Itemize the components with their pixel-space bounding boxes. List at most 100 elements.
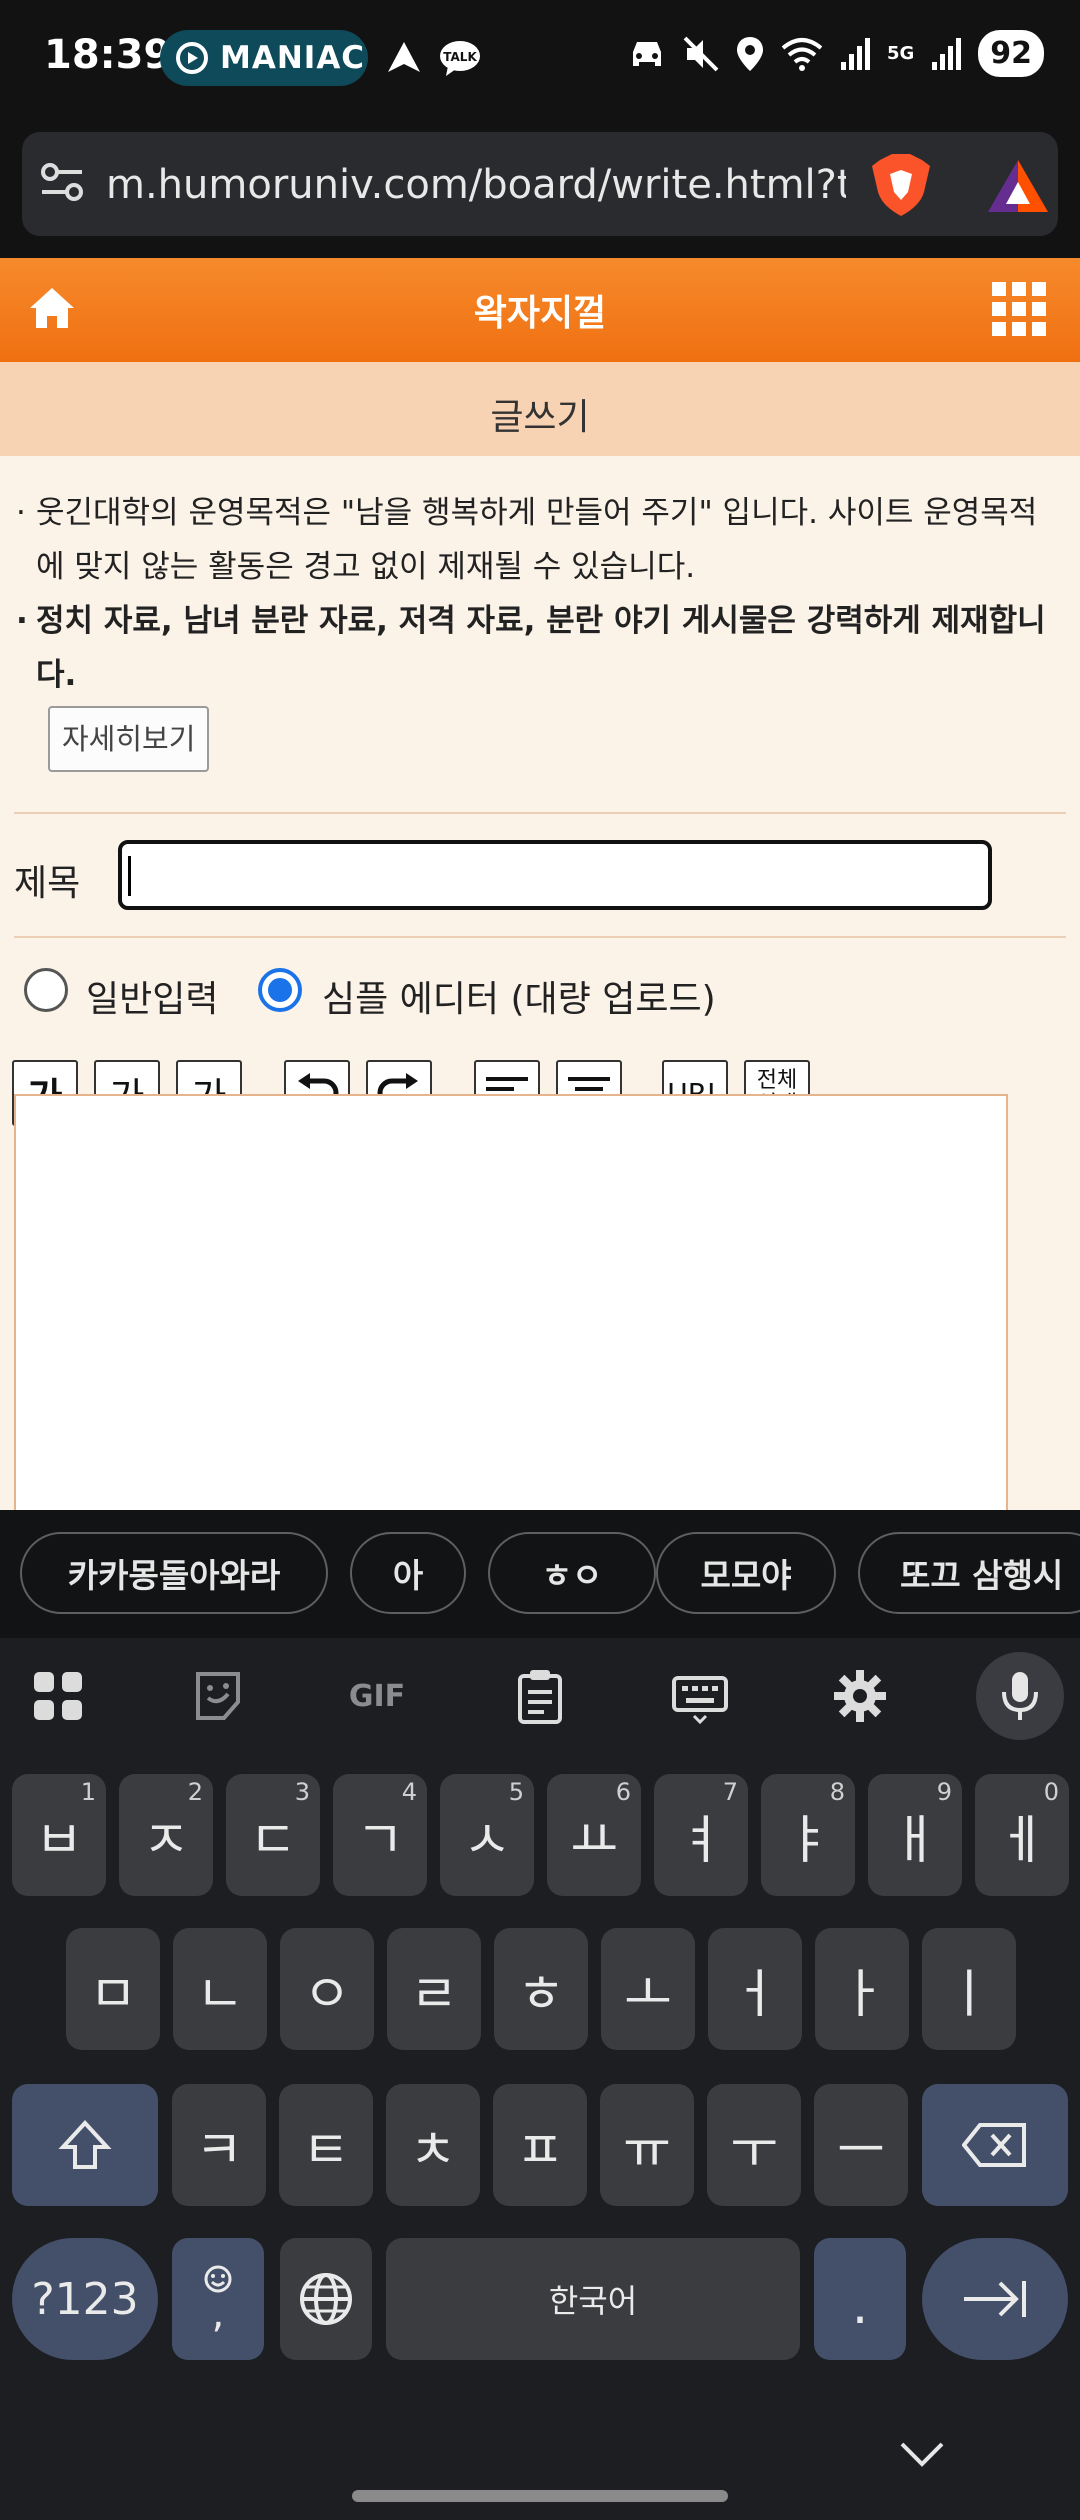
suggestion-chip[interactable]: 모모야 [656, 1532, 836, 1614]
notification-pill-label: MANIAC [220, 40, 366, 76]
sticker-icon[interactable] [190, 1668, 246, 1724]
location-icon [736, 36, 763, 71]
notice-box: 웃긴대학의 운영목적은 "남을 행복하게 만들어 주기" 입니다. 사이트 운영… [0, 456, 1080, 772]
keyboard-toolbar: GIF [0, 1638, 1080, 1754]
key[interactable]: ㅜ [707, 2084, 801, 2206]
key[interactable]: ㅈ2 [119, 1774, 213, 1896]
site-settings-icon[interactable] [40, 160, 84, 204]
title-input[interactable] [118, 840, 992, 910]
radio-simple-label[interactable]: 심플 에디터 (대량 업로드) [322, 970, 716, 1022]
content-editor[interactable] [14, 1094, 1008, 1534]
globe-icon [300, 2273, 352, 2325]
key[interactable]: ㅣ [922, 1928, 1016, 2050]
key[interactable]: ㅐ9 [868, 1774, 962, 1896]
key[interactable]: ㅏ [815, 1928, 909, 2050]
key-number-hint: 3 [294, 1778, 310, 1806]
gif-icon[interactable]: GIF [344, 1668, 410, 1724]
key-number-hint: 2 [187, 1778, 203, 1806]
details-button[interactable]: 자세히보기 [48, 706, 210, 772]
key[interactable]: ㅗ [601, 1928, 695, 2050]
suggestion-chip[interactable]: ㅎㅇ [488, 1532, 656, 1614]
key-number-hint: 5 [508, 1778, 524, 1806]
key[interactable]: ㅋ [172, 2084, 266, 2206]
key[interactable]: ㅎ [494, 1928, 588, 2050]
key-label: ㅅ [463, 1810, 511, 1871]
key-number-hint: 0 [1043, 1778, 1059, 1806]
key[interactable]: ㅌ [279, 2084, 373, 2206]
suggestion-chip[interactable]: 카카몽돌아와라 [20, 1532, 328, 1614]
keyboard-layout-icon[interactable] [672, 1668, 728, 1724]
board-title[interactable]: 왁자지껄 [0, 284, 1080, 336]
key-label: ㅐ [891, 1810, 939, 1871]
key[interactable]: ㅅ5 [440, 1774, 534, 1896]
key[interactable]: ㄴ [173, 1928, 267, 2050]
suggestion-chip[interactable]: 또끄 삼행시 [858, 1532, 1080, 1614]
key-number-hint: 1 [80, 1778, 96, 1806]
mute-icon [683, 36, 719, 71]
emoji-comma-key[interactable]: , [172, 2238, 264, 2360]
suggestion-chip[interactable]: 아 [350, 1532, 466, 1614]
svg-text:GIF: GIF [349, 1679, 405, 1714]
key-number-hint: 6 [615, 1778, 631, 1806]
space-key[interactable]: 한국어 [386, 2238, 800, 2360]
key-label: ㅑ [784, 1810, 832, 1871]
key-label: ㅈ [142, 1810, 190, 1871]
symbols-key[interactable]: ?123 [12, 2238, 158, 2360]
address-bar[interactable]: m.humoruniv.com/board/write.html?ta [22, 132, 1058, 236]
radio-normal-input[interactable] [24, 968, 68, 1012]
key-label: ㄱ [356, 1810, 404, 1871]
wifi-icon [781, 37, 823, 71]
key-label: ㅂ [35, 1810, 83, 1871]
settings-gear-icon[interactable] [832, 1668, 888, 1724]
emoji-icon [204, 2265, 232, 2293]
virtual-keyboard: 카카몽돌아와라 아 ㅎㅇ 모모야 또끄 삼행시 GIF ㅂ1ㅈ2ㄷ3ㄱ4ㅅ5ㅛ6… [0, 1510, 1080, 2520]
key[interactable]: ㅊ [386, 2084, 480, 2206]
notification-pill[interactable]: MANIAC [160, 30, 368, 86]
gesture-nav-pill[interactable] [352, 2490, 728, 2502]
key-number-hint: 4 [401, 1778, 417, 1806]
play-icon [176, 42, 208, 74]
hide-keyboard-chevron-icon[interactable] [898, 2440, 946, 2470]
key-number-hint: 9 [936, 1778, 952, 1806]
key[interactable]: ㅂ1 [12, 1774, 106, 1896]
key[interactable]: ㄷ3 [226, 1774, 320, 1896]
notice-warning: 정치 자료, 남녀 분란 자료, 저격 자료, 분란 야기 게시물은 강력하게 … [16, 594, 1064, 702]
key[interactable]: ㅍ [493, 2084, 587, 2206]
menu-grid-icon[interactable] [992, 282, 1046, 336]
key[interactable]: ㄹ [387, 1928, 481, 2050]
radio-simple-editor[interactable] [258, 968, 302, 1012]
next-arrow-icon [964, 2281, 1026, 2317]
brave-shields-icon[interactable] [870, 152, 932, 218]
key[interactable]: ㅔ0 [975, 1774, 1069, 1896]
voice-input-button[interactable] [976, 1652, 1064, 1740]
period-key[interactable]: . [814, 2238, 906, 2360]
radio-normal-label[interactable]: 일반입력 [86, 970, 218, 1022]
key[interactable]: ㅠ [600, 2084, 694, 2206]
battery-level: 92 [978, 30, 1044, 77]
key[interactable]: ㅑ8 [761, 1774, 855, 1896]
rewards-triangle-icon[interactable] [986, 158, 1050, 214]
signal-icon-2 [932, 37, 962, 70]
backspace-key[interactable] [922, 2084, 1068, 2206]
apps-grid-icon[interactable] [30, 1668, 86, 1724]
key[interactable]: ㅁ [66, 1928, 160, 2050]
key[interactable]: ㄱ4 [333, 1774, 427, 1896]
clipboard-icon[interactable] [512, 1668, 568, 1724]
notice-text: 웃긴대학의 운영목적은 "남을 행복하게 만들어 주기" 입니다. 사이트 운영… [16, 486, 1064, 594]
key[interactable]: ㅓ [708, 1928, 802, 2050]
browser-toolbar: m.humoruniv.com/board/write.html?ta [0, 120, 1080, 258]
shift-icon [58, 2120, 112, 2169]
key[interactable]: ㅇ [280, 1928, 374, 2050]
key[interactable]: ㅕ7 [654, 1774, 748, 1896]
url-text[interactable]: m.humoruniv.com/board/write.html?ta [106, 162, 846, 208]
key[interactable]: ㅛ6 [547, 1774, 641, 1896]
suggestion-bar: 카카몽돌아와라 아 ㅎㅇ 모모야 또끄 삼행시 [0, 1510, 1080, 1638]
svg-text:TALK: TALK [443, 50, 477, 64]
language-key[interactable] [280, 2238, 372, 2360]
signal-icon [840, 37, 870, 70]
enter-key[interactable] [922, 2238, 1068, 2360]
key[interactable]: ㅡ [814, 2084, 908, 2206]
shift-key[interactable] [12, 2084, 158, 2206]
key-label: ㄷ [249, 1810, 297, 1871]
page-heading: 글쓰기 [0, 362, 1080, 456]
